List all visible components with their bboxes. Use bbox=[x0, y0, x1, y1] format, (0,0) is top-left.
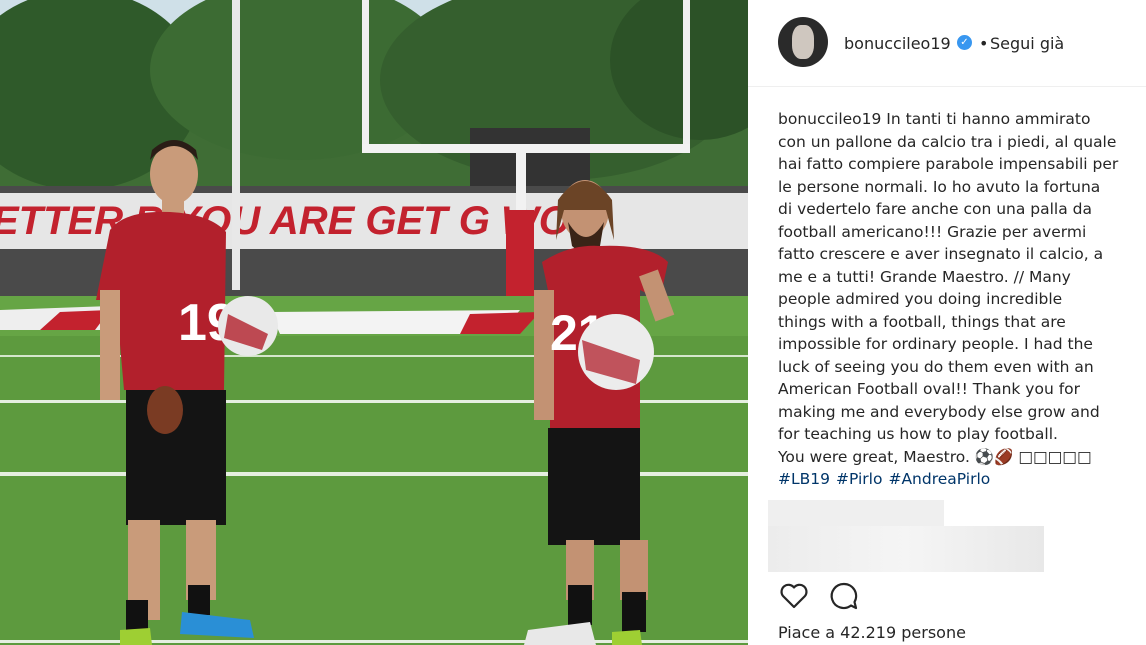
photo-illustration: ETTER R YOU ARE GET G WO 19 21 bbox=[0, 0, 748, 645]
caption-line: things with a football, things that are bbox=[778, 312, 1066, 331]
caption-line: con un pallone da calcio tra i piedi, al… bbox=[778, 132, 1117, 151]
header-separator: • bbox=[979, 34, 989, 53]
hashtag-link[interactable]: #AndreaPirlo bbox=[888, 470, 990, 488]
blurred-comment bbox=[768, 500, 944, 526]
header-username[interactable]: bonuccileo19 bbox=[844, 34, 951, 53]
post-side-panel: bonuccileo19 ✓ • Segui già bonuccileo19 … bbox=[748, 0, 1146, 645]
banner-text: ETTER R YOU ARE GET G WO bbox=[0, 199, 570, 243]
caption-line: me e a tutti! Grande Maestro. // Many bbox=[778, 267, 1071, 286]
caption-line: le persone normali. Io ho avuto la fortu… bbox=[778, 177, 1101, 196]
caption-line: American Football oval!! Thank you for bbox=[778, 380, 1081, 398]
caption-line: di vedertelo fare anche con una palla da bbox=[778, 200, 1092, 218]
follow-status-button[interactable]: Segui già bbox=[990, 34, 1064, 53]
likes-count[interactable]: Piace a 42.219 persone bbox=[778, 623, 966, 642]
verified-badge-icon: ✓ bbox=[957, 35, 972, 50]
hashtag-link[interactable]: #LB19 bbox=[778, 470, 830, 488]
caption-line: making me and everybody else grow and bbox=[778, 402, 1100, 421]
caption-line: impossible for ordinary people. I had th… bbox=[778, 335, 1093, 353]
caption-line: You were great, Maestro. ⚽🏈 □□□□□ bbox=[778, 447, 1092, 466]
caption-line: people admired you doing incredible bbox=[778, 290, 1063, 308]
avatar[interactable] bbox=[778, 17, 828, 67]
heart-icon[interactable] bbox=[778, 580, 810, 612]
hashtag-link[interactable]: #Pirlo bbox=[836, 470, 882, 488]
blurred-comment bbox=[768, 526, 1044, 572]
caption-line: hai fatto compiere parabole impensabili … bbox=[778, 155, 1119, 173]
post-caption: bonuccileo19 In tanti ti hanno ammirato … bbox=[778, 108, 1130, 468]
hashtags: #LB19 #Pirlo #AndreaPirlo bbox=[778, 470, 996, 488]
caption-line: fatto crescere e aver insegnato il calci… bbox=[778, 245, 1104, 263]
caption-line: luck of seeing you do them even with an bbox=[778, 357, 1094, 376]
post-header: bonuccileo19 ✓ • Segui già bbox=[748, 0, 1146, 87]
comment-icon[interactable] bbox=[828, 580, 860, 612]
caption-line: football americano!!! Grazie per avermi bbox=[778, 222, 1087, 241]
post-photo: ETTER R YOU ARE GET G WO 19 21 bbox=[0, 0, 748, 645]
caption-line: for teaching us how to play football. bbox=[778, 425, 1058, 443]
caption-username[interactable]: bonuccileo19 bbox=[778, 110, 881, 128]
caption-line: In tanti ti hanno ammirato bbox=[881, 110, 1091, 128]
